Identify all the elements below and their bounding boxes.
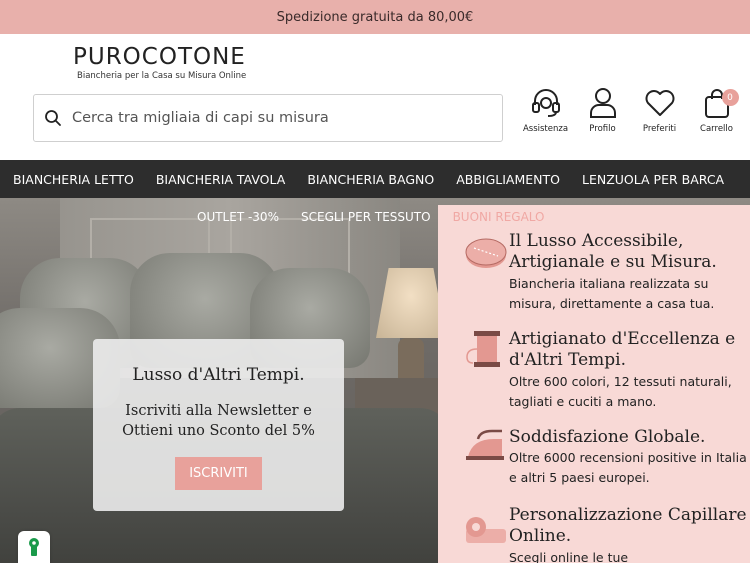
secondary-nav: OUTLET -30% SCEGLI PER TESSUTO BUONI REG… <box>197 210 567 224</box>
search-icon[interactable] <box>44 109 62 127</box>
cookie-settings-button[interactable] <box>18 531 50 563</box>
newsletter-text: Iscriviti alla Newsletter e Ottieni uno … <box>122 403 315 439</box>
header-actions: Assistenza Profilo Preferiti 0 Carrello <box>520 86 748 134</box>
iron-icon <box>466 429 504 460</box>
assistance-button[interactable]: Assistenza <box>520 86 571 134</box>
benefit-text: Oltre 6000 recensioni positive in Italia… <box>509 450 747 485</box>
heart-icon <box>645 90 674 116</box>
main-nav: BIANCHERIA LETTO BIANCHERIA TAVOLA BIANC… <box>0 160 750 198</box>
nav-item-outlet[interactable]: OUTLET -30% <box>197 210 279 224</box>
cart-button[interactable]: 0 Carrello <box>691 86 742 134</box>
favorites-button[interactable]: Preferiti <box>634 86 685 134</box>
lamp-base <box>398 338 424 383</box>
nav-item-biancheria-tavola[interactable]: BIANCHERIA TAVOLA <box>156 172 285 187</box>
logo-title: PUROCOTONE <box>73 44 246 70</box>
benefit-title: Personalizzazione Capillare Online. <box>509 505 747 546</box>
benefits-panel: Il Lusso Accessibile, Artigianale e su M… <box>438 205 750 563</box>
fabric-roll-icon <box>466 517 506 543</box>
measuring-tape-icon <box>465 238 507 268</box>
cart-label: Carrello <box>700 124 733 134</box>
logo-subtitle: Biancheria per la Casa su Misura Online <box>77 71 247 81</box>
assistance-label: Assistenza <box>522 124 569 134</box>
nav-item-scegli-per-tessuto[interactable]: SCEGLI PER TESSUTO <box>301 210 431 224</box>
shipping-banner: Spedizione gratuita da 80,00€ <box>0 0 750 34</box>
headset-icon <box>531 89 560 117</box>
newsletter-title: Lusso d'Altri Tempi. <box>132 365 305 385</box>
subscribe-button[interactable]: ISCRIVITI <box>175 457 262 490</box>
nav-item-biancheria-letto[interactable]: BIANCHERIA LETTO <box>13 172 134 187</box>
nav-item-abbigliamento[interactable]: ABBIGLIAMENTO <box>456 172 560 187</box>
user-icon <box>589 88 616 118</box>
profile-button[interactable]: Profilo <box>577 86 628 134</box>
favorites-label: Preferiti <box>642 124 677 134</box>
cart-count-badge: 0 <box>721 89 739 106</box>
nav-item-buoni-regalo[interactable]: BUONI REGALO <box>453 210 545 224</box>
nav-item-biancheria-bagno[interactable]: BIANCHERIA BAGNO <box>307 172 434 187</box>
benefit-title: Il Lusso Accessibile, Artigianale e su M… <box>509 231 717 272</box>
keyhole-icon <box>29 538 39 556</box>
benefit-title: Artigianato d'Eccellenza e d'Altri Tempi… <box>509 329 736 370</box>
nav-item-lenzuola-per-barca[interactable]: LENZUOLA PER BARCA <box>582 172 724 187</box>
benefit-text: Scegli online le tue <box>509 550 629 563</box>
profile-label: Profilo <box>589 124 616 134</box>
thread-spool-icon <box>466 331 500 367</box>
benefit-text: Biancheria italiana realizzata su misura… <box>509 276 715 311</box>
search-input[interactable] <box>72 110 472 126</box>
shipping-banner-text: Spedizione gratuita da 80,00€ <box>276 9 474 25</box>
benefit-text: Oltre 600 colori, 12 tessuti naturali, t… <box>509 374 732 409</box>
search-bar[interactable] <box>33 94 503 142</box>
newsletter-box: Lusso d'Altri Tempi. Iscriviti alla News… <box>93 339 344 511</box>
benefit-title: Soddisfazione Globale. <box>509 427 706 447</box>
site-logo[interactable]: PUROCOTONE Biancheria per la Casa su Mis… <box>73 44 246 81</box>
